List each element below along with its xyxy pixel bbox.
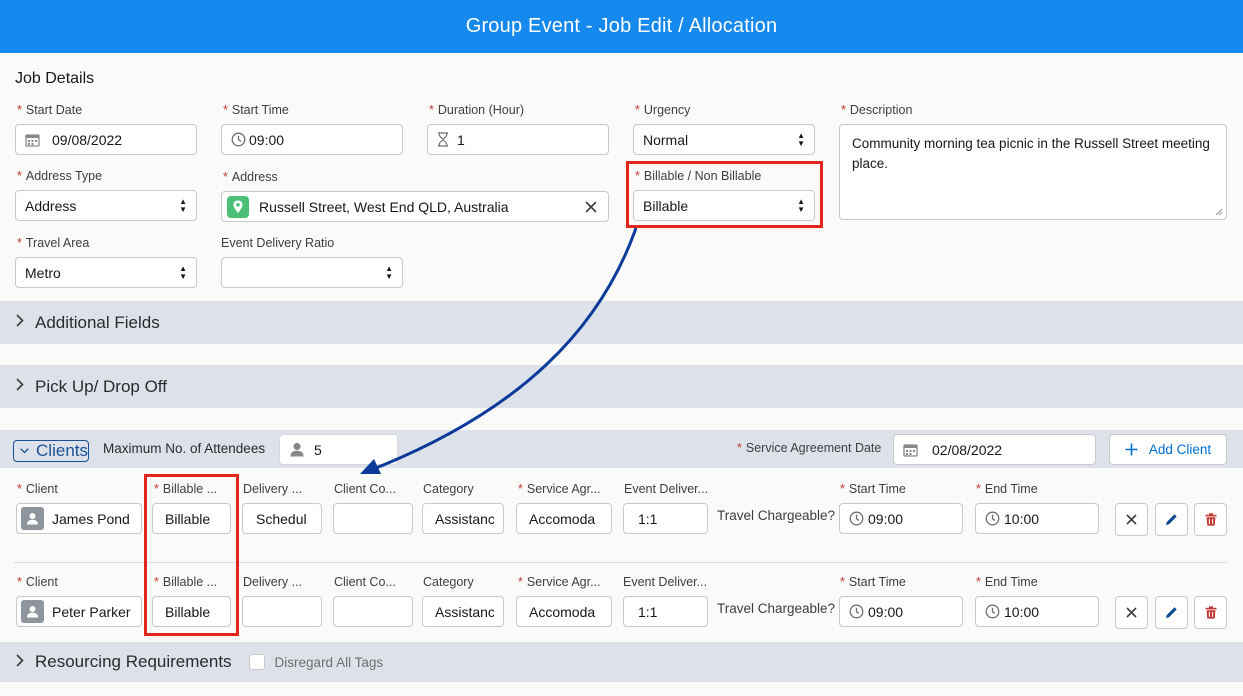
annotation-arrow [360, 227, 638, 474]
